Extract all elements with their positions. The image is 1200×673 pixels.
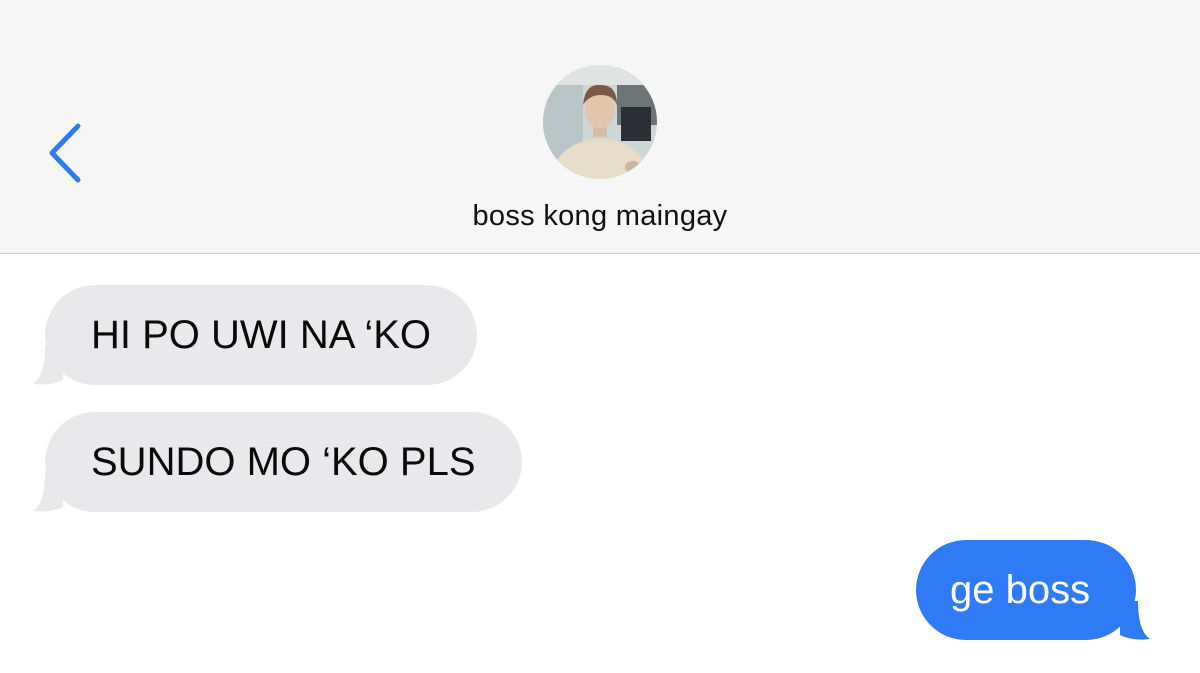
received-message-bubble[interactable]: SUNDO MO ‘KO PLS (45, 412, 522, 512)
back-button[interactable] (40, 118, 90, 188)
message-row: SUNDO MO ‘KO PLS (33, 412, 522, 512)
conversation-header: boss kong maingay (0, 0, 1200, 254)
message-row: HI PO UWI NA ‘KO (33, 285, 478, 385)
bubble-tail (1120, 601, 1151, 640)
message-row: ge boss (916, 540, 1151, 640)
contact-name[interactable]: boss kong maingay (0, 200, 1200, 233)
chevron-left-icon (49, 123, 81, 183)
contact-avatar[interactable] (543, 65, 657, 179)
messages-screen: boss kong maingay HI PO UWI NA ‘KO SUNDO… (0, 0, 1200, 673)
avatar-photo (543, 65, 657, 179)
sent-message-bubble[interactable]: ge boss (916, 540, 1137, 640)
received-message-bubble[interactable]: HI PO UWI NA ‘KO (45, 285, 478, 385)
